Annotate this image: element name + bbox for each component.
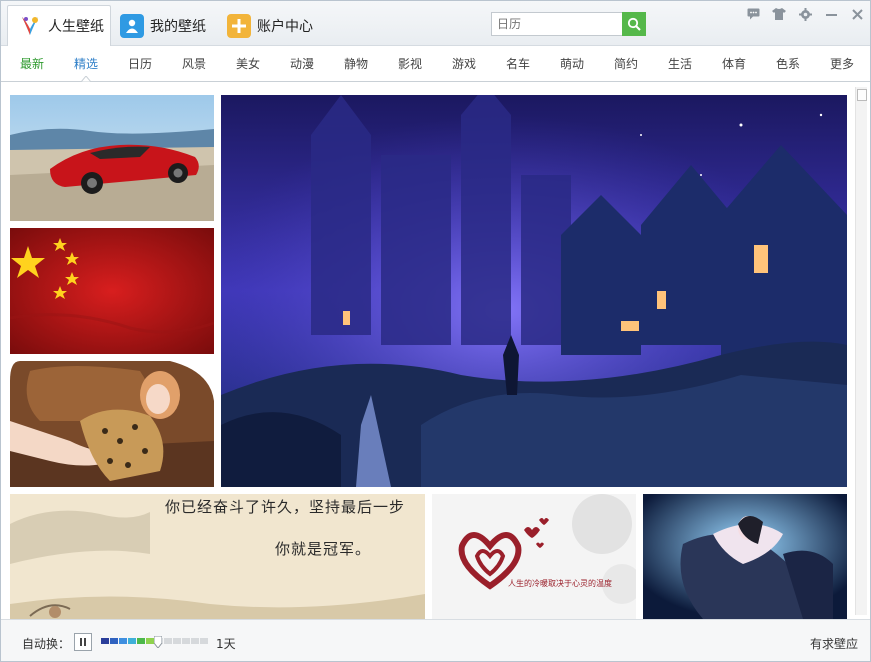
night-town-image <box>221 95 847 487</box>
tab-label: 账户中心 <box>257 18 313 35</box>
vertical-scrollbar[interactable] <box>855 87 867 615</box>
calligraphy-line-2: 你就是冠军。 <box>275 540 372 558</box>
app-window: 人生壁纸 我的壁纸 账户中心 日历 最新 精选 日历 风景 美女 动漫 静物 影… <box>0 0 871 662</box>
scrollbar-thumb[interactable] <box>857 89 867 101</box>
app-logo-icon <box>18 14 42 38</box>
category-sports[interactable]: 体育 <box>722 55 746 72</box>
plus-icon <box>227 13 251 38</box>
selected-caret-icon <box>81 76 91 82</box>
auto-change-label: 自动换： <box>22 637 71 651</box>
search-button[interactable] <box>622 12 646 36</box>
settings-icon[interactable] <box>798 7 812 21</box>
category-life[interactable]: 生活 <box>668 55 692 72</box>
tab-label: 人生壁纸 <box>48 19 104 35</box>
user-icon <box>120 13 144 38</box>
bottom-bar: 自动换： 1天 有求壁应 <box>1 619 870 661</box>
feedback-icon[interactable] <box>746 7 760 21</box>
tab-wallpaper[interactable]: 人生壁纸 <box>7 5 111 46</box>
search-box <box>491 12 646 36</box>
tab-my-wallpaper[interactable]: 我的壁纸 <box>120 5 206 46</box>
request-wallpaper-link[interactable]: 有求壁应 <box>810 635 858 652</box>
wallpaper-thumb-portrait[interactable] <box>10 361 214 487</box>
category-cars[interactable]: 名车 <box>506 55 530 72</box>
category-more[interactable]: 更多 <box>830 55 854 72</box>
slider-handle-icon[interactable] <box>154 636 162 648</box>
search-input[interactable] <box>491 12 622 36</box>
wallpaper-thumb-fantasy[interactable] <box>643 494 847 619</box>
skin-icon[interactable] <box>772 7 786 21</box>
category-games[interactable]: 游戏 <box>452 55 476 72</box>
flag-image <box>10 228 214 354</box>
wallpaper-grid: 你已经奋斗了许久，坚持最后一步 你就是冠军。 人生的冷暖取决于心灵的温度 <box>1 83 870 619</box>
search-icon <box>627 17 641 31</box>
category-latest[interactable]: 最新 <box>20 55 44 72</box>
wallpaper-thumb-flag[interactable] <box>10 228 214 354</box>
calligraphy-line-1: 你已经奋斗了许久，坚持最后一步 <box>165 498 406 516</box>
title-bar: 人生壁纸 我的壁纸 账户中心 <box>1 1 870 46</box>
category-featured[interactable]: 精选 <box>74 55 98 72</box>
close-icon[interactable] <box>850 7 864 21</box>
category-anime[interactable]: 动漫 <box>290 55 314 72</box>
minimize-icon[interactable] <box>824 7 838 21</box>
pause-button[interactable] <box>74 633 92 651</box>
category-film[interactable]: 影视 <box>398 55 422 72</box>
category-still-life[interactable]: 静物 <box>344 55 368 72</box>
heart-caption: 人生的冷暖取决于心灵的温度 <box>508 579 612 588</box>
wallpaper-thumb-heart[interactable]: 人生的冷暖取决于心灵的温度 <box>432 494 636 619</box>
wallpaper-featured-night-town[interactable] <box>221 95 847 487</box>
fantasy-image <box>643 494 847 619</box>
category-colors[interactable]: 色系 <box>776 55 800 72</box>
tab-label: 我的壁纸 <box>150 18 206 35</box>
wallpaper-thumb-calligraphy[interactable]: 你已经奋斗了许久，坚持最后一步 你就是冠军。 <box>10 494 425 619</box>
car-image <box>10 95 214 221</box>
window-controls <box>746 7 864 21</box>
heart-image <box>432 494 636 619</box>
category-scenery[interactable]: 风景 <box>182 55 206 72</box>
category-calendar[interactable]: 日历 <box>128 55 152 72</box>
wallpaper-thumb-car[interactable] <box>10 95 214 221</box>
portrait-image <box>10 361 214 487</box>
category-cute[interactable]: 萌动 <box>560 55 584 72</box>
category-minimal[interactable]: 简约 <box>614 55 638 72</box>
interval-label: 1天 <box>216 637 236 651</box>
category-nav: 最新 精选 日历 风景 美女 动漫 静物 影视 游戏 名车 萌动 简约 生活 体… <box>1 46 870 82</box>
tab-account-center[interactable]: 账户中心 <box>227 5 313 46</box>
category-beauty[interactable]: 美女 <box>236 55 260 72</box>
